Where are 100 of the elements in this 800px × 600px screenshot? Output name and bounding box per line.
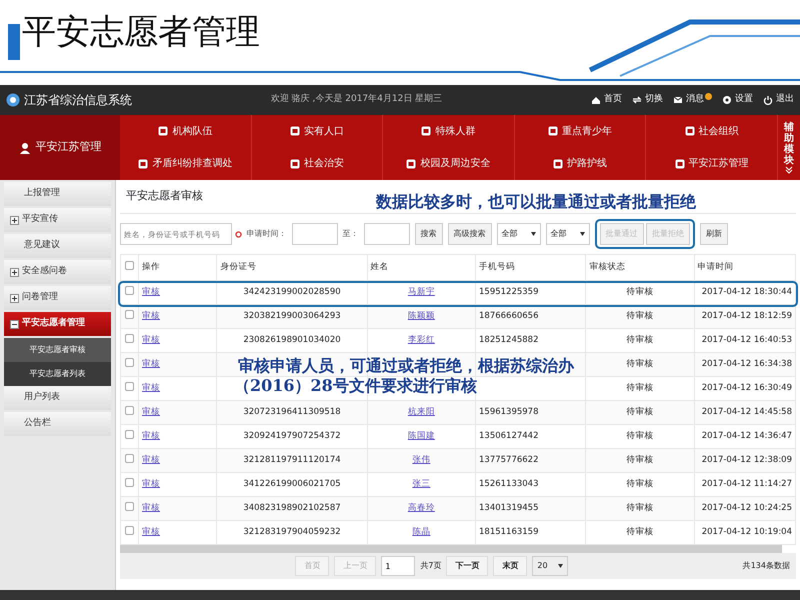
table-cell: 342423199002028590: [243, 287, 341, 298]
nav-item[interactable]: 校园及周边安全: [383, 148, 515, 180]
nav-item[interactable]: 平安江苏管理: [646, 148, 778, 180]
table-cell: 待审核: [626, 335, 654, 346]
settings-icon: [722, 95, 732, 105]
tile-icon: [674, 158, 685, 169]
search-button[interactable]: 搜索: [414, 223, 442, 245]
review-link[interactable]: 审核: [142, 431, 160, 442]
date-field[interactable]: [364, 223, 410, 245]
checkbox[interactable]: [125, 430, 134, 439]
checkbox[interactable]: [125, 358, 134, 367]
refresh-button[interactable]: 刷新: [700, 223, 728, 245]
nav-item[interactable]: 社会组织: [646, 115, 778, 148]
name-link[interactable]: 陈颖颖: [408, 311, 435, 322]
pager-button[interactable]: 下一页: [446, 556, 488, 576]
sidebar-item[interactable]: 用户列表: [4, 386, 111, 410]
header-link[interactable]: 首页: [591, 93, 622, 107]
scrollbar[interactable]: [120, 545, 782, 553]
sidebar-item[interactable]: 上报管理: [4, 182, 111, 206]
name-link[interactable]: 陈晶: [412, 527, 430, 538]
review-link[interactable]: 审核: [142, 479, 160, 490]
filter-select[interactable]: 全部: [496, 223, 540, 245]
nav-item[interactable]: 社会治安: [252, 148, 384, 180]
nav-item[interactable]: 矛盾纠纷排查调处: [120, 148, 252, 180]
column-header: 姓名: [367, 254, 476, 280]
table-cell: 2017-04-12 16:30:49: [702, 383, 792, 394]
page-field[interactable]: 1: [381, 556, 416, 576]
name-link[interactable]: 杭来阳: [408, 407, 435, 418]
header-link[interactable]: 消息: [673, 93, 704, 107]
table-cell: 230826198901034020: [243, 335, 341, 346]
table-cell: 待审核: [626, 479, 654, 490]
checkbox[interactable]: [125, 286, 134, 295]
name-link[interactable]: 张伟: [412, 455, 430, 466]
table-cell: 待审核: [626, 503, 654, 514]
table-cell: 18766660656: [479, 311, 539, 322]
advanced-search-button[interactable]: 高级搜索: [448, 223, 492, 245]
table-cell: 15261133043: [479, 479, 539, 490]
name-link[interactable]: 高春玲: [408, 503, 435, 514]
table-cell: 13401319455: [479, 503, 539, 514]
table-cell: 321281197911120174: [243, 455, 341, 466]
checkbox[interactable]: [125, 382, 134, 391]
name-link[interactable]: 张三: [412, 479, 430, 490]
date-field[interactable]: [292, 223, 338, 245]
checkbox[interactable]: [125, 406, 134, 415]
table-cell: 2017-04-12 14:45:58: [702, 407, 792, 418]
nav-item[interactable]: 特殊人群: [383, 115, 515, 148]
nav-home-link[interactable]: 平安江苏管理: [0, 115, 120, 180]
tile-icon: [290, 158, 300, 169]
sidebar-item[interactable]: 意见建议: [4, 234, 111, 258]
table-cell: 18151163159: [479, 527, 539, 538]
aux-module-link[interactable]: 辅助模块: [778, 115, 800, 180]
tile-icon: [406, 158, 416, 169]
date-to-label: 至：: [342, 228, 358, 240]
checkbox[interactable]: [125, 260, 134, 270]
checkbox[interactable]: [125, 334, 134, 343]
name-link[interactable]: 李彩红: [408, 335, 435, 346]
checkbox[interactable]: [125, 478, 134, 487]
filter-select[interactable]: 全部: [546, 223, 590, 245]
checkbox[interactable]: [125, 526, 134, 535]
sidebar-item[interactable]: 安全感问卷: [4, 260, 111, 284]
review-link[interactable]: 审核: [142, 335, 160, 346]
sidebar-item[interactable]: 公告栏: [4, 412, 111, 436]
review-link[interactable]: 审核: [142, 383, 160, 394]
review-link[interactable]: 审核: [142, 455, 160, 466]
checkbox[interactable]: [125, 502, 134, 511]
mail-icon: [673, 95, 683, 105]
header-link[interactable]: 设置: [722, 93, 753, 107]
checkbox[interactable]: [125, 310, 134, 319]
nav-item[interactable]: 机构队伍: [120, 115, 252, 148]
sidebar-item[interactable]: 问卷管理: [4, 286, 111, 310]
review-link[interactable]: 审核: [142, 359, 160, 370]
review-link[interactable]: 审核: [142, 407, 160, 418]
power-icon: [763, 95, 773, 105]
title-bar: [8, 24, 20, 60]
name-link[interactable]: 马新宇: [408, 287, 435, 298]
header-link[interactable]: 退出: [763, 93, 794, 107]
table-cell: 320723196411309518: [243, 407, 341, 418]
nav-item[interactable]: 护路护线: [514, 148, 646, 180]
review-link[interactable]: 审核: [142, 503, 160, 514]
sidebar-item[interactable]: 平安志愿者管理: [4, 312, 111, 336]
tile-icon: [290, 126, 300, 136]
sidebar-subitem[interactable]: 平安志愿者审核: [4, 338, 111, 362]
pager-button[interactable]: 末页: [493, 556, 528, 576]
column-header: 手机号码: [476, 254, 586, 280]
sidebar-subitem[interactable]: 平安志愿者列表: [4, 362, 111, 386]
date-label: 申请时间：: [246, 228, 286, 240]
name-link[interactable]: 陈国建: [408, 431, 435, 442]
sidebar-item[interactable]: 平安宣传: [4, 208, 111, 232]
total-count: 共134条数据: [742, 560, 790, 572]
table-cell: 13506127442: [479, 431, 539, 442]
header-link[interactable]: 切换: [632, 93, 663, 107]
table-cell: 320924197907254372: [243, 431, 341, 442]
review-link[interactable]: 审核: [142, 287, 160, 298]
review-link[interactable]: 审核: [142, 527, 160, 538]
plus-icon: [11, 216, 18, 224]
nav-item[interactable]: 实有人口: [252, 115, 384, 148]
checkbox[interactable]: [125, 454, 134, 463]
review-link[interactable]: 审核: [142, 311, 160, 322]
page-size-select[interactable]: 20: [532, 556, 568, 576]
nav-item[interactable]: 重点青少年: [514, 115, 646, 148]
